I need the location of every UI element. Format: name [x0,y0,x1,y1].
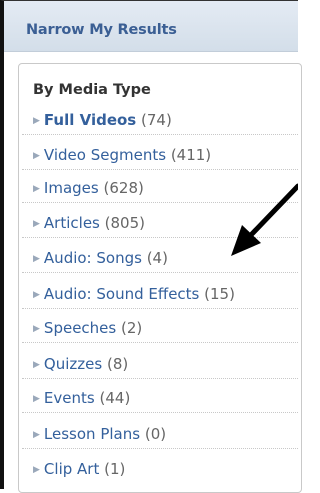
pointer-arrow-icon [231,183,298,256]
